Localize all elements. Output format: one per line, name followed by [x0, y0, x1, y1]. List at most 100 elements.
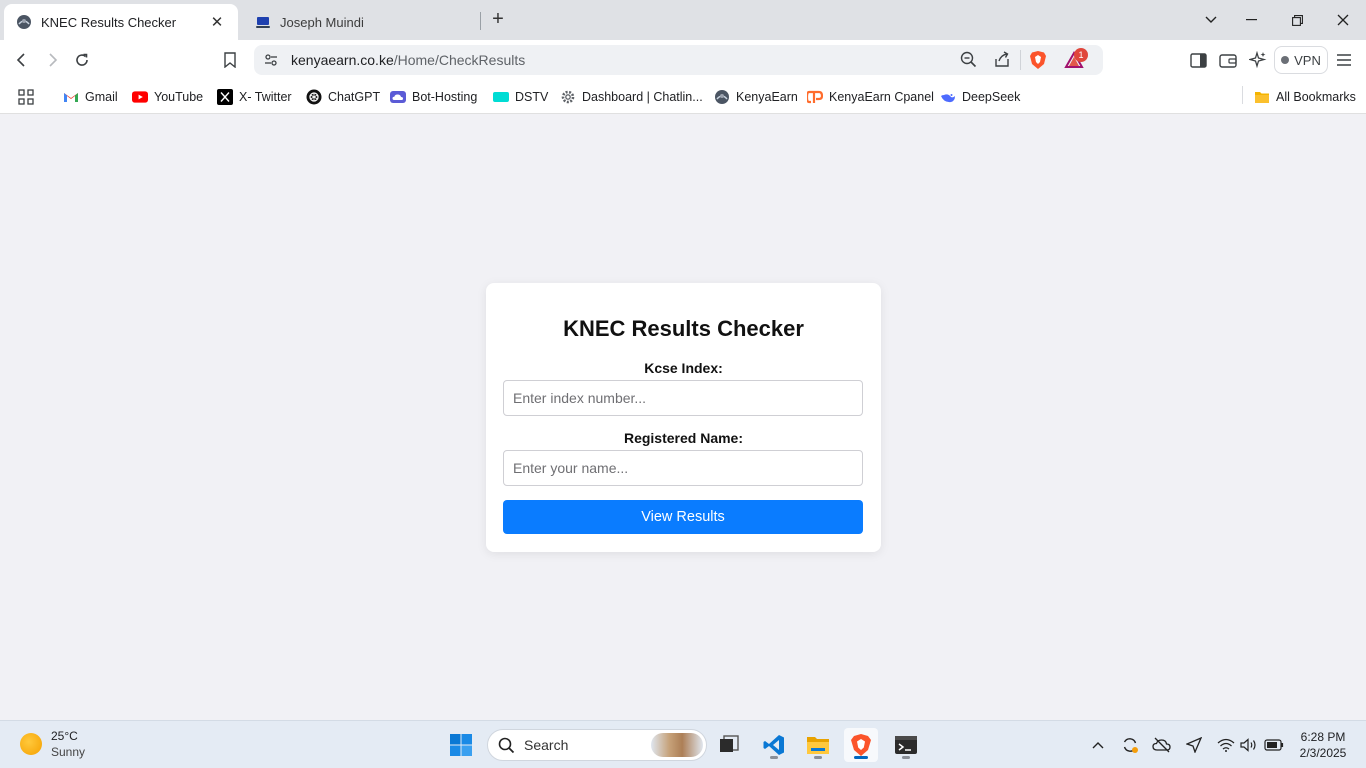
bookmark-dashboard-chatlin[interactable]: Dashboard | Chatlin...	[560, 87, 703, 107]
volume-icon[interactable]	[1239, 735, 1259, 755]
show-hidden-icons-chevron-icon[interactable]	[1088, 735, 1108, 755]
task-view-icon	[720, 735, 739, 752]
bookmark-deepseek[interactable]: DeepSeek	[940, 87, 1020, 107]
vpn-button[interactable]: VPN	[1274, 46, 1328, 74]
deepseek-icon	[940, 89, 956, 105]
tab-strip: KNEC Results Checker ✕ Joseph Muindi +	[0, 0, 1366, 40]
clock-date: 2/3/2025	[1299, 746, 1347, 760]
sync-icon[interactable]	[1120, 735, 1140, 755]
bookmark-label: DeepSeek	[962, 90, 1021, 104]
wifi-icon[interactable]	[1216, 735, 1236, 755]
site-settings-icon[interactable]	[263, 52, 279, 73]
running-indicator	[814, 756, 822, 759]
task-view-button[interactable]	[712, 728, 746, 762]
close-tab-icon[interactable]: ✕	[208, 13, 226, 31]
bookmark-label: ChatGPT	[328, 90, 381, 104]
forward-button[interactable]	[40, 48, 64, 72]
weather-condition: Sunny	[51, 745, 86, 759]
onedrive-offline-icon[interactable]	[1152, 735, 1172, 755]
sidebar-toggle-icon[interactable]	[1186, 48, 1210, 72]
vscode-icon	[763, 735, 784, 755]
address-bar[interactable]: kenyaearn.co.ke/Home/CheckResults 1	[254, 45, 1103, 75]
system-clock[interactable]: 6:28 PM 2/3/2025	[1290, 729, 1356, 761]
url-host: kenyaearn.co.ke	[291, 52, 394, 68]
tab-title: KNEC Results Checker	[41, 14, 177, 30]
menu-icon[interactable]	[1332, 48, 1356, 72]
restore-button[interactable]	[1274, 0, 1320, 40]
youtube-icon	[132, 89, 148, 105]
bookmark-x-twitter[interactable]: X- Twitter	[217, 87, 292, 107]
name-label: Registered Name:	[623, 430, 744, 446]
x-twitter-icon	[217, 89, 233, 105]
clock-time: 6:28 PM	[1300, 730, 1346, 744]
bookmark-label: DSTV	[515, 90, 549, 104]
index-number-input[interactable]	[503, 380, 863, 416]
terminal-taskbar-button[interactable]	[889, 728, 923, 762]
reload-button[interactable]	[70, 48, 94, 72]
sun-icon	[20, 733, 42, 755]
brave-taskbar-button[interactable]	[844, 728, 878, 762]
view-results-button[interactable]: View Results	[503, 500, 863, 534]
windows-logo-icon	[450, 734, 472, 756]
leo-ai-icon[interactable]	[1246, 48, 1270, 72]
brave-rewards-icon[interactable]: 1	[1064, 48, 1088, 75]
bookmark-kenyaearn[interactable]: KenyaEarn	[714, 87, 798, 107]
url-text[interactable]: kenyaearn.co.ke/Home/CheckResults	[291, 52, 525, 68]
search-label: Search	[524, 737, 569, 753]
dstv-icon	[493, 89, 509, 105]
bookmarks-divider	[1242, 86, 1243, 104]
vpn-label: VPN	[1294, 52, 1321, 68]
location-icon[interactable]	[1184, 735, 1204, 755]
running-indicator	[770, 756, 778, 759]
weather-widget[interactable]: 25°C Sunny	[20, 728, 85, 760]
bookmark-label: Dashboard | Chatlin...	[582, 90, 703, 104]
zoom-icon[interactable]	[960, 51, 977, 73]
bookmark-dstv[interactable]: DSTV	[493, 87, 548, 107]
kenyaearn-favicon-icon	[16, 14, 32, 30]
windows-taskbar: 25°C Sunny Search 6:28 PM 2/3/2025	[0, 720, 1366, 768]
back-button[interactable]	[10, 48, 34, 72]
folder-icon	[1254, 89, 1270, 105]
omnibox-divider	[1020, 50, 1021, 70]
bookmark-icon[interactable]	[218, 48, 242, 72]
browser-toolbar: kenyaearn.co.ke/Home/CheckResults 1 VPN	[0, 40, 1366, 80]
tab-knec-results[interactable]: KNEC Results Checker ✕	[4, 4, 238, 40]
bookmark-kenyaearn-cpanel[interactable]: KenyaEarn Cpanel	[807, 87, 934, 107]
file-explorer-taskbar-button[interactable]	[801, 728, 835, 762]
start-button[interactable]	[444, 728, 478, 762]
gear-icon	[560, 89, 576, 105]
share-icon[interactable]	[993, 51, 1011, 73]
page-viewport: KNEC Results Checker Kcse Index: Registe…	[0, 115, 1366, 720]
bookmark-youtube[interactable]: YouTube	[132, 87, 203, 107]
bookmark-label: YouTube	[154, 90, 204, 104]
weather-temp: 25°C	[51, 729, 78, 743]
tab-joseph-muindi[interactable]: Joseph Muindi	[243, 4, 479, 40]
new-tab-button[interactable]: +	[487, 9, 509, 31]
bookmark-chatgpt[interactable]: ChatGPT	[306, 87, 380, 107]
taskbar-search[interactable]: Search	[487, 729, 707, 761]
battery-icon[interactable]	[1264, 735, 1284, 755]
vscode-taskbar-button[interactable]	[757, 728, 791, 762]
registered-name-input[interactable]	[503, 450, 863, 486]
rewards-badge: 1	[1074, 48, 1088, 62]
vpn-status-dot	[1281, 56, 1290, 64]
minimize-button[interactable]	[1228, 0, 1274, 40]
bookmarks-bar: Gmail YouTube X- Twitter ChatGPT Bot-Hos…	[0, 80, 1366, 114]
brave-shields-icon[interactable]	[1029, 50, 1047, 75]
kenyaearn-icon	[714, 89, 730, 105]
results-checker-card: KNEC Results Checker Kcse Index: Registe…	[486, 283, 881, 552]
close-window-button[interactable]	[1320, 0, 1366, 40]
apps-grid-icon[interactable]	[18, 87, 34, 107]
bookmark-gmail[interactable]: Gmail	[63, 87, 118, 107]
all-bookmarks-button[interactable]: All Bookmarks	[1254, 87, 1356, 107]
bookmark-label: KenyaEarn Cpanel	[829, 90, 934, 104]
bookmark-bot-hosting[interactable]: Bot-Hosting	[390, 87, 477, 107]
file-explorer-icon	[807, 737, 829, 754]
gmail-icon	[63, 89, 79, 105]
terminal-icon	[895, 736, 917, 754]
index-label: Kcse Index:	[644, 360, 723, 376]
tab-title: Joseph Muindi	[280, 14, 364, 30]
search-highlight-image	[651, 733, 703, 757]
tab-divider	[480, 12, 481, 30]
wallet-icon[interactable]	[1216, 48, 1240, 72]
